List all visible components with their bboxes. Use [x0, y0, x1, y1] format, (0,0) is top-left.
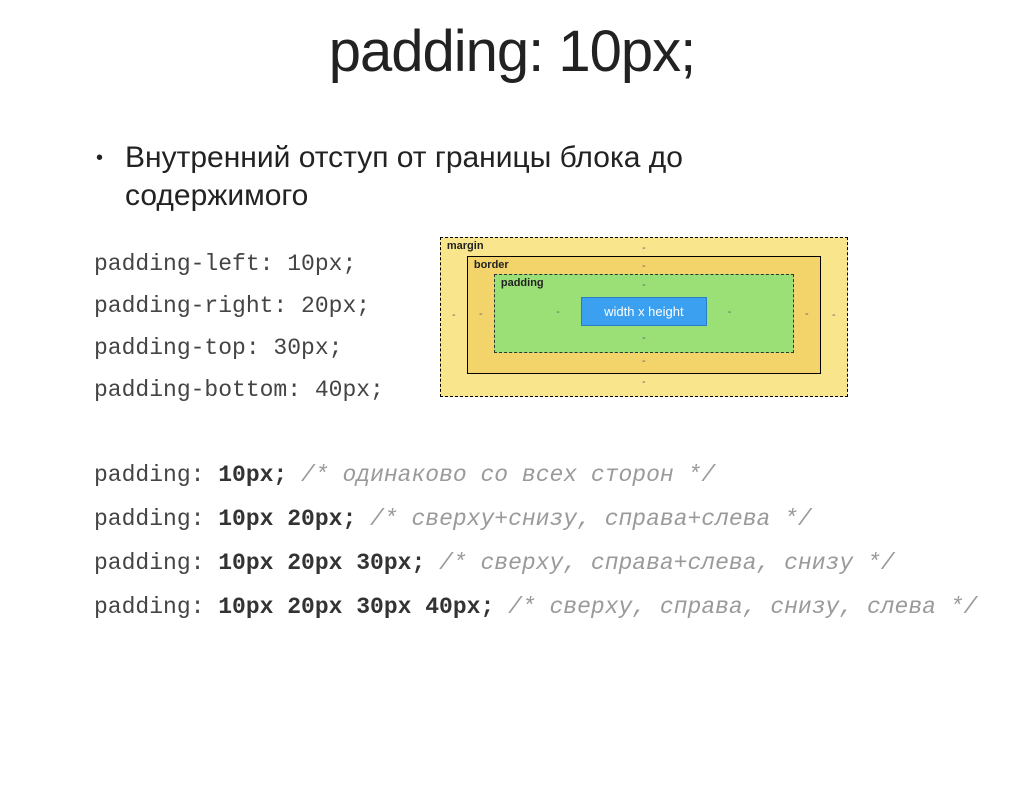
dash: - — [798, 308, 816, 320]
individual-padding-code: padding-left: 10px; padding-right: 20px;… — [94, 243, 384, 411]
box-model-diagram: margin - - border - - padding - — [440, 237, 848, 397]
dash: - — [549, 306, 567, 318]
dash: - — [642, 332, 646, 344]
sh-prop: padding: — [94, 506, 204, 532]
shorthand-line-1: padding: 10px; /* одинаково со всех стор… — [94, 453, 1024, 497]
dash: - — [642, 279, 646, 291]
padding-layer: padding - - width x height - - — [494, 274, 794, 353]
sh-comment: /* одинаково со всех сторон */ — [287, 462, 715, 488]
dash: - — [642, 260, 646, 272]
sh-val: 10px 20px 30px 40px; — [204, 594, 494, 620]
sh-prop: padding: — [94, 462, 204, 488]
dash: - — [825, 309, 843, 321]
code-line-4: padding-bottom: 40px; — [94, 369, 384, 411]
sh-val: 10px 20px 30px; — [204, 550, 425, 576]
margin-label: margin — [447, 240, 484, 252]
border-layer: border - - padding - - width x hei — [467, 256, 821, 374]
dash: - — [445, 309, 463, 321]
sh-prop: padding: — [94, 550, 204, 576]
code-line-2: padding-right: 20px; — [94, 285, 384, 327]
sh-comment: /* сверху, справа+слева, снизу */ — [425, 550, 894, 576]
page-title: padding: 10px; — [0, 18, 1024, 85]
bullet-row: • Внутренний отступ от границы блока до … — [96, 139, 1024, 215]
sh-val: 10px; — [204, 462, 287, 488]
bullet-text: Внутренний отступ от границы блока до со… — [125, 139, 715, 215]
code-line-3: padding-top: 30px; — [94, 327, 384, 369]
dash: - — [642, 355, 646, 367]
code-line-1: padding-left: 10px; — [94, 243, 384, 285]
shorthand-line-4: padding: 10px 20px 30px 40px; /* сверху,… — [94, 585, 1024, 629]
shorthand-code-block: padding: 10px; /* одинаково со всех стор… — [94, 453, 1024, 629]
content-layer: width x height — [581, 297, 707, 326]
dash: - — [642, 242, 646, 254]
border-label: border — [474, 259, 509, 271]
dash: - — [721, 306, 739, 318]
margin-layer: margin - - border - - padding - — [440, 237, 848, 397]
shorthand-line-3: padding: 10px 20px 30px; /* сверху, спра… — [94, 541, 1024, 585]
sh-val: 10px 20px; — [204, 506, 356, 532]
padding-label: padding — [501, 277, 544, 289]
dash: - — [472, 308, 490, 320]
bullet-dot-icon: • — [96, 139, 103, 177]
dash: - — [642, 376, 646, 388]
sh-prop: padding: — [94, 594, 204, 620]
sh-comment: /* сверху+снизу, справа+слева */ — [356, 506, 811, 532]
sh-comment: /* сверху, справа, снизу, слева */ — [494, 594, 977, 620]
shorthand-line-2: padding: 10px 20px; /* сверху+снизу, спр… — [94, 497, 1024, 541]
